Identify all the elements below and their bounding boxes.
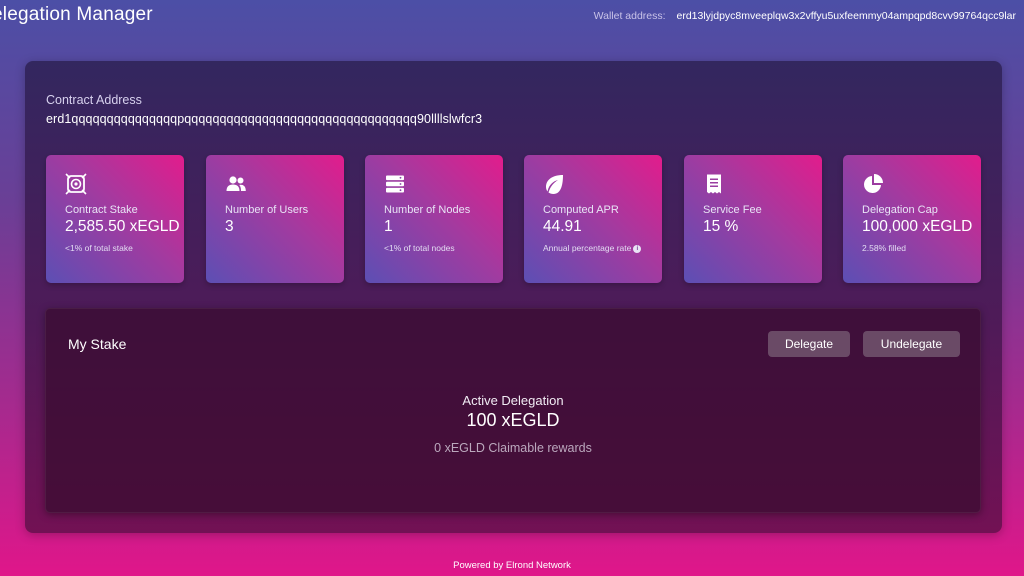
card-subtext: 2.58% filled bbox=[862, 243, 906, 253]
stake-icon bbox=[65, 173, 184, 195]
card-value: 1 bbox=[384, 218, 393, 235]
card-label: Service Fee bbox=[703, 204, 762, 216]
card-value: 15 % bbox=[703, 218, 739, 235]
stat-card-users: Number of Users 3 bbox=[206, 155, 344, 283]
apr-subtext: Annual percentage rate bbox=[543, 243, 632, 253]
stat-card-apr: Computed APR 44.91 Annual percentage rat… bbox=[524, 155, 662, 283]
card-label: Computed APR bbox=[543, 204, 619, 216]
card-subtext: Annual percentage rate i bbox=[543, 240, 662, 257]
card-label: Contract Stake bbox=[65, 204, 138, 216]
info-icon[interactable]: i bbox=[633, 244, 642, 253]
contract-address-label: Contract Address bbox=[46, 93, 142, 107]
stat-card-nodes: Number of Nodes 1 <1% of total nodes bbox=[365, 155, 503, 283]
stat-card-service-fee: Service Fee 15 % bbox=[684, 155, 822, 283]
delegate-button[interactable]: Delegate bbox=[768, 331, 850, 357]
stat-card-contract-stake: Contract Stake 2,585.50 xEGLD <1% of tot… bbox=[46, 155, 184, 283]
leaf-icon bbox=[543, 173, 662, 195]
wallet-address-label: Wallet address: bbox=[593, 10, 666, 22]
card-subtext: <1% of total stake bbox=[65, 243, 133, 253]
contract-address-value: erd1qqqqqqqqqqqqqqqpqqqqqqqqqqqqqqqqqqqq… bbox=[46, 112, 483, 126]
users-icon bbox=[225, 173, 344, 195]
wallet-address-value[interactable]: erd13lyjdpyc8mveeplqw3x2vffyu5uxfeemmy04… bbox=[676, 10, 1016, 22]
receipt-icon bbox=[703, 173, 822, 195]
active-delegation-label: Active Delegation bbox=[462, 393, 564, 408]
pie-chart-icon bbox=[862, 173, 981, 195]
card-value: 3 bbox=[225, 218, 234, 235]
stat-card-delegation-cap: Delegation Cap 100,000 xEGLD 2.58% fille… bbox=[843, 155, 981, 283]
my-stake-title: My Stake bbox=[68, 336, 127, 352]
card-value: 2,585.50 xEGLD bbox=[65, 218, 180, 235]
server-icon bbox=[384, 173, 503, 195]
dashboard-panel: Contract Address erd1qqqqqqqqqqqqqqqpqqq… bbox=[25, 61, 1002, 533]
undelegate-button[interactable]: Undelegate bbox=[863, 331, 960, 357]
active-delegation-value: 100 xEGLD bbox=[466, 410, 560, 430]
wallet-address: Wallet address: erd13lyjdpyc8mveeplqw3x2… bbox=[594, 10, 1016, 22]
my-stake-panel: My Stake Delegate Undelegate Active Dele… bbox=[45, 308, 981, 513]
card-label: Delegation Cap bbox=[862, 204, 938, 216]
claimable-rewards: 0 xEGLD Claimable rewards bbox=[434, 441, 592, 455]
card-value: 44.91 bbox=[543, 218, 582, 235]
footer-text: Powered by Elrond Network bbox=[453, 560, 571, 571]
card-subtext: <1% of total nodes bbox=[384, 243, 455, 253]
card-value: 100,000 xEGLD bbox=[862, 218, 973, 235]
card-label: Number of Nodes bbox=[384, 204, 471, 216]
app-title: elegation Manager bbox=[0, 4, 153, 25]
card-label: Number of Users bbox=[225, 204, 309, 216]
